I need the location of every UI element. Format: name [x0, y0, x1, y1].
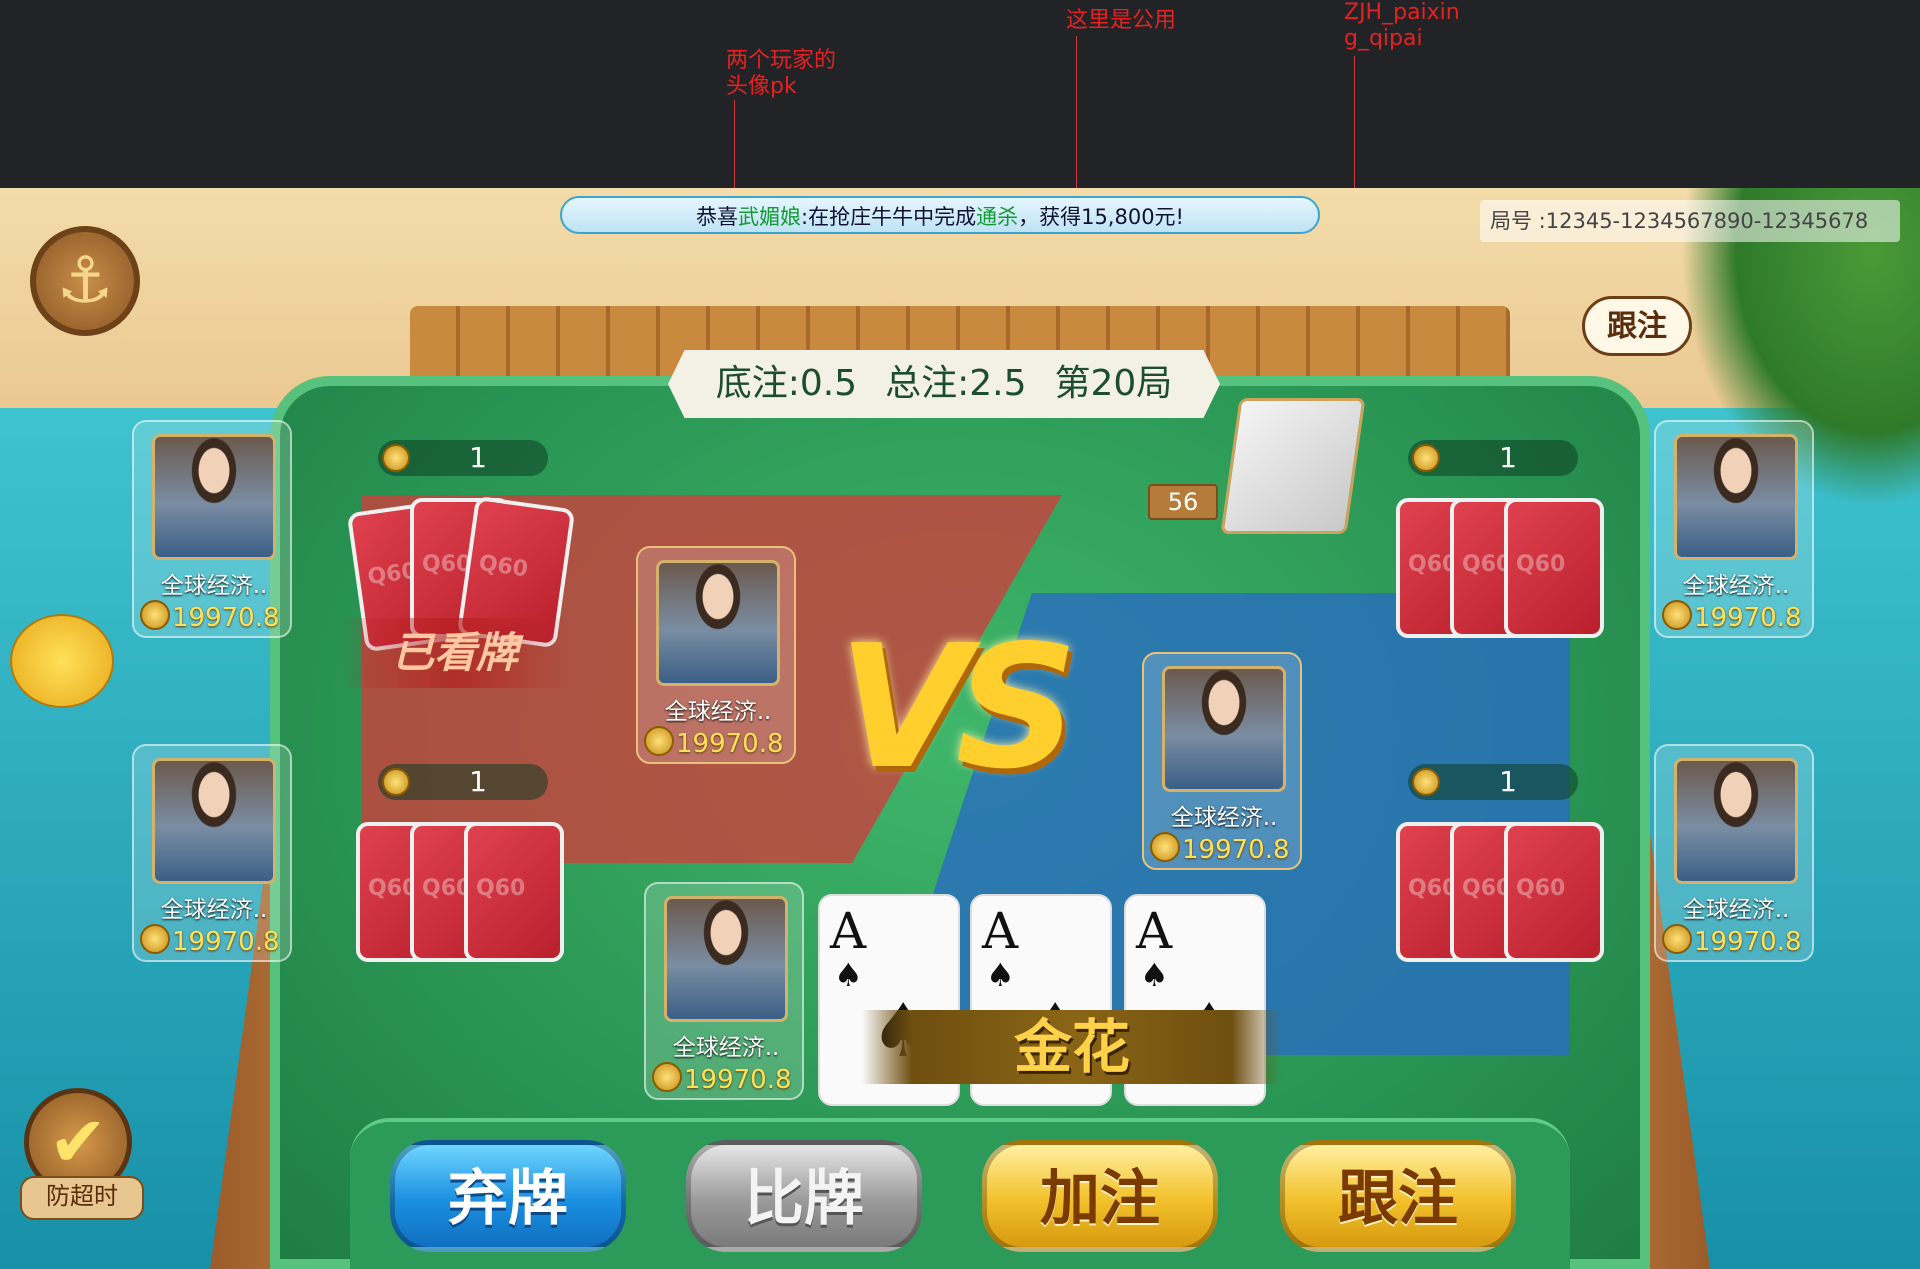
avatar [664, 896, 788, 1022]
player-name: 全球经济.. [1682, 897, 1790, 923]
ticker-event: 通杀 [976, 205, 1019, 229]
player-name: 全球经济.. [672, 1035, 780, 1061]
compare-button[interactable]: 比牌 [686, 1140, 922, 1252]
player-coins-value: 19970.8 [676, 729, 784, 759]
card-back [1504, 822, 1604, 962]
card-back [1504, 498, 1604, 638]
vs-player-left: 全球经济.. 19970.8 [636, 546, 796, 764]
player-coins-value: 19970.8 [172, 603, 280, 633]
room-id: 局号 :12345-1234567890-12345678 [1480, 200, 1900, 242]
player-coins: 19970.8 [1662, 924, 1812, 957]
ticker-suffix: ，获得15,800元! [1018, 205, 1184, 229]
card-deck [1220, 398, 1366, 534]
bet-bar-right-bottom: 1 [1408, 764, 1578, 800]
player-coins: 19970.8 [140, 600, 290, 633]
bet-bar-left-top: 1 [378, 440, 548, 476]
player-seat-left-top[interactable]: 全球经济.. 19970.8 [132, 420, 292, 638]
spade-icon: ♠ [834, 956, 863, 994]
coin-icon [140, 924, 170, 954]
player-name: 全球经济.. [664, 699, 772, 725]
player-coins-value: 19970.8 [684, 1065, 792, 1095]
bet-bar-left-bottom: 1 [378, 764, 548, 800]
spade-icon: ♠ [1140, 956, 1169, 994]
card-rank: A [982, 902, 1019, 960]
coin-icon [652, 1062, 682, 1092]
card-rank: A [1136, 902, 1173, 960]
annotation-avatar-pk: 两个玩家的 头像pk [726, 48, 837, 99]
self-player-seat: 全球经济.. 19970.8 [644, 882, 804, 1100]
coin-icon [1412, 444, 1440, 472]
annotation-shared: 这里是公用 [1066, 8, 1177, 33]
vs-player-right: 全球经济.. 19970.8 [1142, 652, 1302, 870]
base-bet: 底注:0.5 [715, 363, 858, 404]
player-coins-value: 19970.8 [1694, 927, 1802, 957]
player-name: 全球经济.. [1170, 805, 1278, 831]
avatar [1674, 434, 1798, 560]
coin-icon [1662, 600, 1692, 630]
avatar [656, 560, 780, 686]
broadcast-ticker: 恭喜武媚娘:在抢庄牛牛中完成通杀，获得15,800元! [560, 196, 1320, 234]
player-name: 全球经济.. [160, 573, 268, 599]
bet-bar-right-top: 1 [1408, 440, 1578, 476]
anchor-icon[interactable]: ⚓ [30, 226, 140, 336]
bet-value: 1 [469, 441, 487, 474]
coin-icon [382, 444, 410, 472]
game-scene: 恭喜武媚娘:在抢庄牛牛中完成通杀，获得15,800元! 局号 :12345-12… [0, 188, 1920, 1269]
coin-icon [1412, 768, 1440, 796]
player-coins-value: 19970.8 [172, 927, 280, 957]
avatar [1162, 666, 1286, 792]
player-coins: 19970.8 [140, 924, 290, 957]
timeout-toggle-label[interactable]: 防超时 [20, 1176, 144, 1220]
seen-cards-label: 已看牌 [340, 618, 570, 688]
raise-button[interactable]: 加注 [982, 1140, 1218, 1252]
coin-icon [1662, 924, 1692, 954]
coin-icon [140, 600, 170, 630]
player-seat-right-top[interactable]: 全球经济.. 19970.8 [1654, 420, 1814, 638]
avatar [1674, 758, 1798, 884]
avatar [152, 434, 276, 560]
annotation-asset-name: ZJH_paixin g_qipai [1344, 0, 1460, 51]
deck-count: 56 [1148, 484, 1218, 520]
player-name: 全球经济.. [1682, 573, 1790, 599]
player-seat-right-bottom[interactable]: 全球经济.. 19970.8 [1654, 744, 1814, 962]
coin-icon [382, 768, 410, 796]
ticker-player: 武媚娘 [738, 205, 801, 229]
avatar [152, 758, 276, 884]
card-rank: A [830, 902, 867, 960]
bet-value: 1 [469, 765, 487, 798]
hand-type-label: 金花 [862, 1010, 1282, 1084]
round-number: 第20局 [1054, 363, 1173, 404]
table-info-banner: 底注:0.5 总注:2.5 第20局 [668, 350, 1220, 418]
ticker-middle: :在抢庄牛牛中完成 [801, 205, 977, 229]
spade-icon: ♠ [986, 956, 1015, 994]
card-back [464, 822, 564, 962]
player-seat-left-bottom[interactable]: 全球经济.. 19970.8 [132, 744, 292, 962]
player-name: 全球经济.. [160, 897, 268, 923]
bet-value: 1 [1499, 765, 1517, 798]
player-coins: 19970.8 [652, 1062, 802, 1095]
coin-icon [1150, 832, 1180, 862]
vs-emblem: VS [838, 609, 1078, 807]
ticker-prefix: 恭喜 [696, 205, 738, 229]
fold-button[interactable]: 弃牌 [390, 1140, 626, 1252]
player-coins-value: 19970.8 [1182, 835, 1290, 865]
player-coins: 19970.8 [644, 726, 794, 759]
player-coins: 19970.8 [1150, 832, 1300, 865]
call-button[interactable]: 跟注 [1280, 1140, 1516, 1252]
action-bubble: 跟注 [1582, 296, 1692, 356]
pufferfish-icon [10, 614, 114, 708]
bet-value: 1 [1499, 441, 1517, 474]
total-bet: 总注:2.5 [885, 363, 1027, 404]
player-coins-value: 19970.8 [1694, 603, 1802, 633]
coin-icon [644, 726, 674, 756]
player-coins: 19970.8 [1662, 600, 1812, 633]
